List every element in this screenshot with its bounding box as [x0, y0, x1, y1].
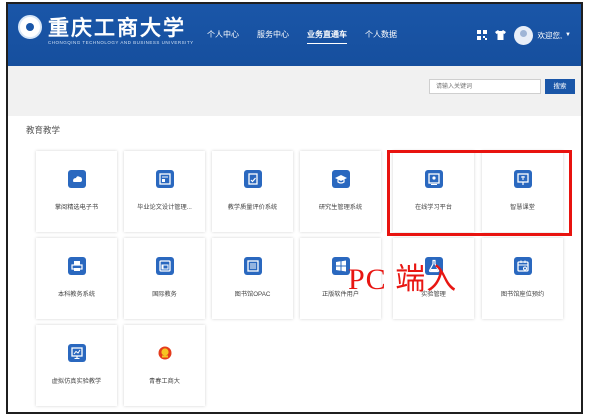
- search-bar: 搜索: [8, 66, 581, 117]
- tile-label: 掌阅精选电子书: [54, 204, 99, 211]
- search-input[interactable]: [429, 79, 541, 94]
- nav-service-center[interactable]: 服务中心: [248, 4, 298, 66]
- printer-icon: [67, 257, 86, 275]
- top-header: 重庆工商大学 CHONGQING TECHNOLOGY AND BUSINESS…: [8, 4, 581, 66]
- virtual-lab-icon: [67, 344, 86, 362]
- university-emblem-icon[interactable]: [18, 15, 42, 39]
- windows-icon: [331, 257, 350, 275]
- international-icon: [155, 257, 174, 275]
- tile-thesis[interactable]: 毕业论文设计管理...: [124, 151, 205, 232]
- tile-label: 虚拟仿真实验教学: [51, 378, 102, 385]
- tile-label: 图书馆座位预约: [500, 291, 545, 298]
- tile-label: 图书馆OPAC: [234, 291, 271, 298]
- search-button[interactable]: 搜索: [545, 79, 575, 94]
- tile-label: 在线学习平台: [414, 204, 453, 211]
- app-content: 教育教学 掌阅精选电子书 毕业论文设计管理... 教学质量评价系统 研究生管理系…: [8, 116, 581, 412]
- shirt-icon[interactable]: [495, 30, 507, 40]
- tile-youth-ctbu[interactable]: 青春工商大: [124, 325, 205, 406]
- online-learning-icon: [424, 170, 443, 188]
- tile-undergrad-affairs[interactable]: 本科教务系统: [36, 238, 117, 319]
- nav-personal-data[interactable]: 个人数据: [356, 4, 406, 66]
- tile-label: 国际教务: [152, 291, 177, 298]
- tile-smart-classroom[interactable]: 智慧课堂: [482, 151, 563, 232]
- graduate-cap-icon: [331, 170, 350, 188]
- evaluation-icon: [243, 170, 262, 188]
- user-avatar[interactable]: [514, 25, 534, 45]
- tile-virtual-lab[interactable]: 虚拟仿真实验教学: [36, 325, 117, 406]
- section-title: 教育教学: [26, 125, 61, 135]
- smart-classroom-icon: [513, 170, 532, 188]
- tile-graduate-management[interactable]: 研究生管理系统: [300, 151, 381, 232]
- tile-teaching-evaluation[interactable]: 教学质量评价系统: [212, 151, 293, 232]
- pc-entry-annotation: PC 端入: [348, 263, 458, 296]
- tile-label: 本科教务系统: [57, 291, 96, 298]
- main-nav: 个人中心 服务中心 业务直通车 个人数据: [198, 4, 406, 66]
- tile-label: 智慧课堂: [510, 204, 535, 211]
- tile-international-affairs[interactable]: 国际教务: [124, 238, 205, 319]
- qr-code-icon[interactable]: [477, 30, 488, 40]
- seat-booking-icon: [513, 257, 532, 275]
- welcome-text[interactable]: 欢迎您,: [537, 30, 562, 41]
- library-catalog-icon: [243, 257, 262, 275]
- nav-personal-center[interactable]: 个人中心: [198, 4, 248, 66]
- tile-label: 毕业论文设计管理...: [137, 204, 192, 211]
- university-logo-subtitle: CHONGQING TECHNOLOGY AND BUSINESS UNIVER…: [48, 40, 194, 45]
- university-logo-title[interactable]: 重庆工商大学: [48, 12, 186, 42]
- tile-label: 青春工商大: [149, 378, 180, 385]
- chevron-down-icon[interactable]: ▼: [565, 32, 571, 38]
- thesis-icon: [155, 170, 174, 188]
- tile-library-seat-booking[interactable]: 图书馆座位预约: [482, 238, 563, 319]
- tile-label: 研究生管理系统: [318, 204, 363, 211]
- cloud-book-icon: [67, 170, 86, 188]
- tile-label: 教学质量评价系统: [227, 204, 278, 211]
- header-user-area: 欢迎您, ▼: [477, 4, 571, 66]
- tile-ebook[interactable]: 掌阅精选电子书: [36, 151, 117, 232]
- tile-library-opac[interactable]: 图书馆OPAC: [212, 238, 293, 319]
- browser-frame: 重庆工商大学 CHONGQING TECHNOLOGY AND BUSINESS…: [6, 2, 583, 414]
- nav-business-express[interactable]: 业务直通车: [298, 4, 356, 66]
- youth-league-icon: [156, 344, 174, 362]
- tile-online-learning[interactable]: 在线学习平台: [393, 151, 474, 232]
